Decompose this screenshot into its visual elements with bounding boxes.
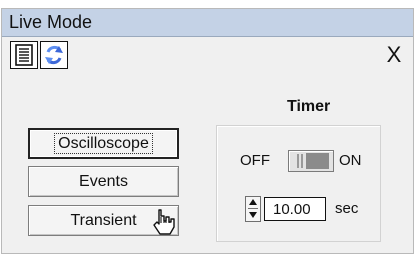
document-button[interactable] [10, 41, 38, 69]
live-mode-panel: Live Mode X Oscilloscope Events Transien… [1, 8, 414, 254]
title-bar: Live Mode [2, 9, 413, 37]
transient-button[interactable]: Transient [28, 205, 179, 236]
events-button[interactable]: Events [28, 166, 179, 197]
timer-toggle-knob [306, 153, 329, 169]
timer-unit-label: sec [335, 200, 359, 217]
events-button-label: Events [79, 172, 128, 190]
toolbar: X [2, 37, 413, 72]
timer-off-label: OFF [240, 152, 270, 169]
timer-group: OFF ON sec [216, 125, 381, 242]
transient-button-label: Transient [70, 211, 137, 229]
refresh-icon [45, 45, 63, 65]
window-title: Live Mode [9, 12, 93, 32]
timer-toggle[interactable] [288, 150, 334, 172]
timer-spinner[interactable] [245, 196, 261, 222]
toggle-notch-right [301, 154, 303, 168]
up-arrow-icon [249, 199, 257, 205]
timer-duration-input[interactable] [264, 197, 326, 221]
refresh-button[interactable] [40, 41, 68, 69]
toggle-notch-left [297, 154, 299, 168]
content-area: Oscilloscope Events Transient Timer OFF … [2, 72, 413, 253]
oscilloscope-button[interactable]: Oscilloscope [28, 128, 179, 159]
document-icon [15, 44, 33, 66]
down-arrow-icon [249, 212, 257, 218]
timer-title: Timer [287, 98, 331, 115]
spinner-divider [248, 208, 258, 209]
close-button[interactable]: X [382, 43, 406, 67]
oscilloscope-button-label: Oscilloscope [54, 132, 153, 155]
timer-on-label: ON [339, 152, 362, 169]
